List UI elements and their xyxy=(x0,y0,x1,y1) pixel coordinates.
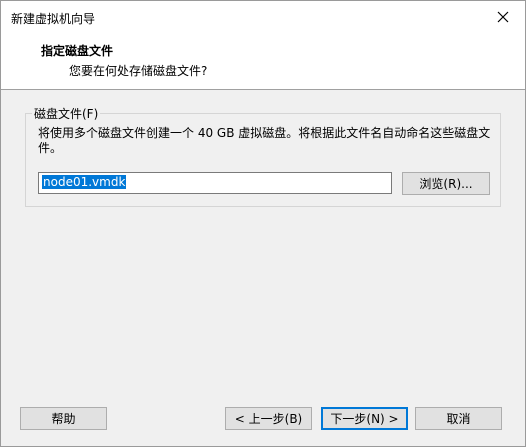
new-vm-wizard-dialog: 新建虚拟机向导 指定磁盘文件 您要在何处存储磁盘文件? 磁盘文件(F) 将使用多… xyxy=(0,0,526,447)
next-button[interactable]: 下一步(N) > xyxy=(321,407,408,430)
help-button[interactable]: 帮助 xyxy=(20,407,107,430)
cancel-button[interactable]: 取消 xyxy=(415,407,502,430)
page-subtitle: 您要在何处存储磁盘文件? xyxy=(69,64,208,78)
close-icon xyxy=(497,11,509,23)
disk-file-description: 将使用多个磁盘文件创建一个 40 GB 虚拟磁盘。将根据此文件名自动命名这些磁盘… xyxy=(38,126,491,155)
window-title: 新建虚拟机向导 xyxy=(11,12,96,26)
disk-file-name-input[interactable]: node01.vmdk xyxy=(38,172,392,194)
wizard-footer: 帮助 < 上一步(B) 下一步(N) > 取消 xyxy=(1,396,525,446)
browse-button[interactable]: 浏览(R)... xyxy=(402,172,490,195)
wizard-header: 指定磁盘文件 您要在何处存储磁盘文件? xyxy=(1,33,525,90)
close-button[interactable] xyxy=(481,1,525,33)
back-button[interactable]: < 上一步(B) xyxy=(225,407,312,430)
disk-file-group-label: 磁盘文件(F) xyxy=(32,105,101,122)
page-title: 指定磁盘文件 xyxy=(41,44,114,58)
disk-file-group: 磁盘文件(F) 将使用多个磁盘文件创建一个 40 GB 虚拟磁盘。将根据此文件名… xyxy=(25,105,501,207)
title-bar: 新建虚拟机向导 xyxy=(1,1,525,33)
disk-file-name-value: node01.vmdk xyxy=(42,175,127,189)
